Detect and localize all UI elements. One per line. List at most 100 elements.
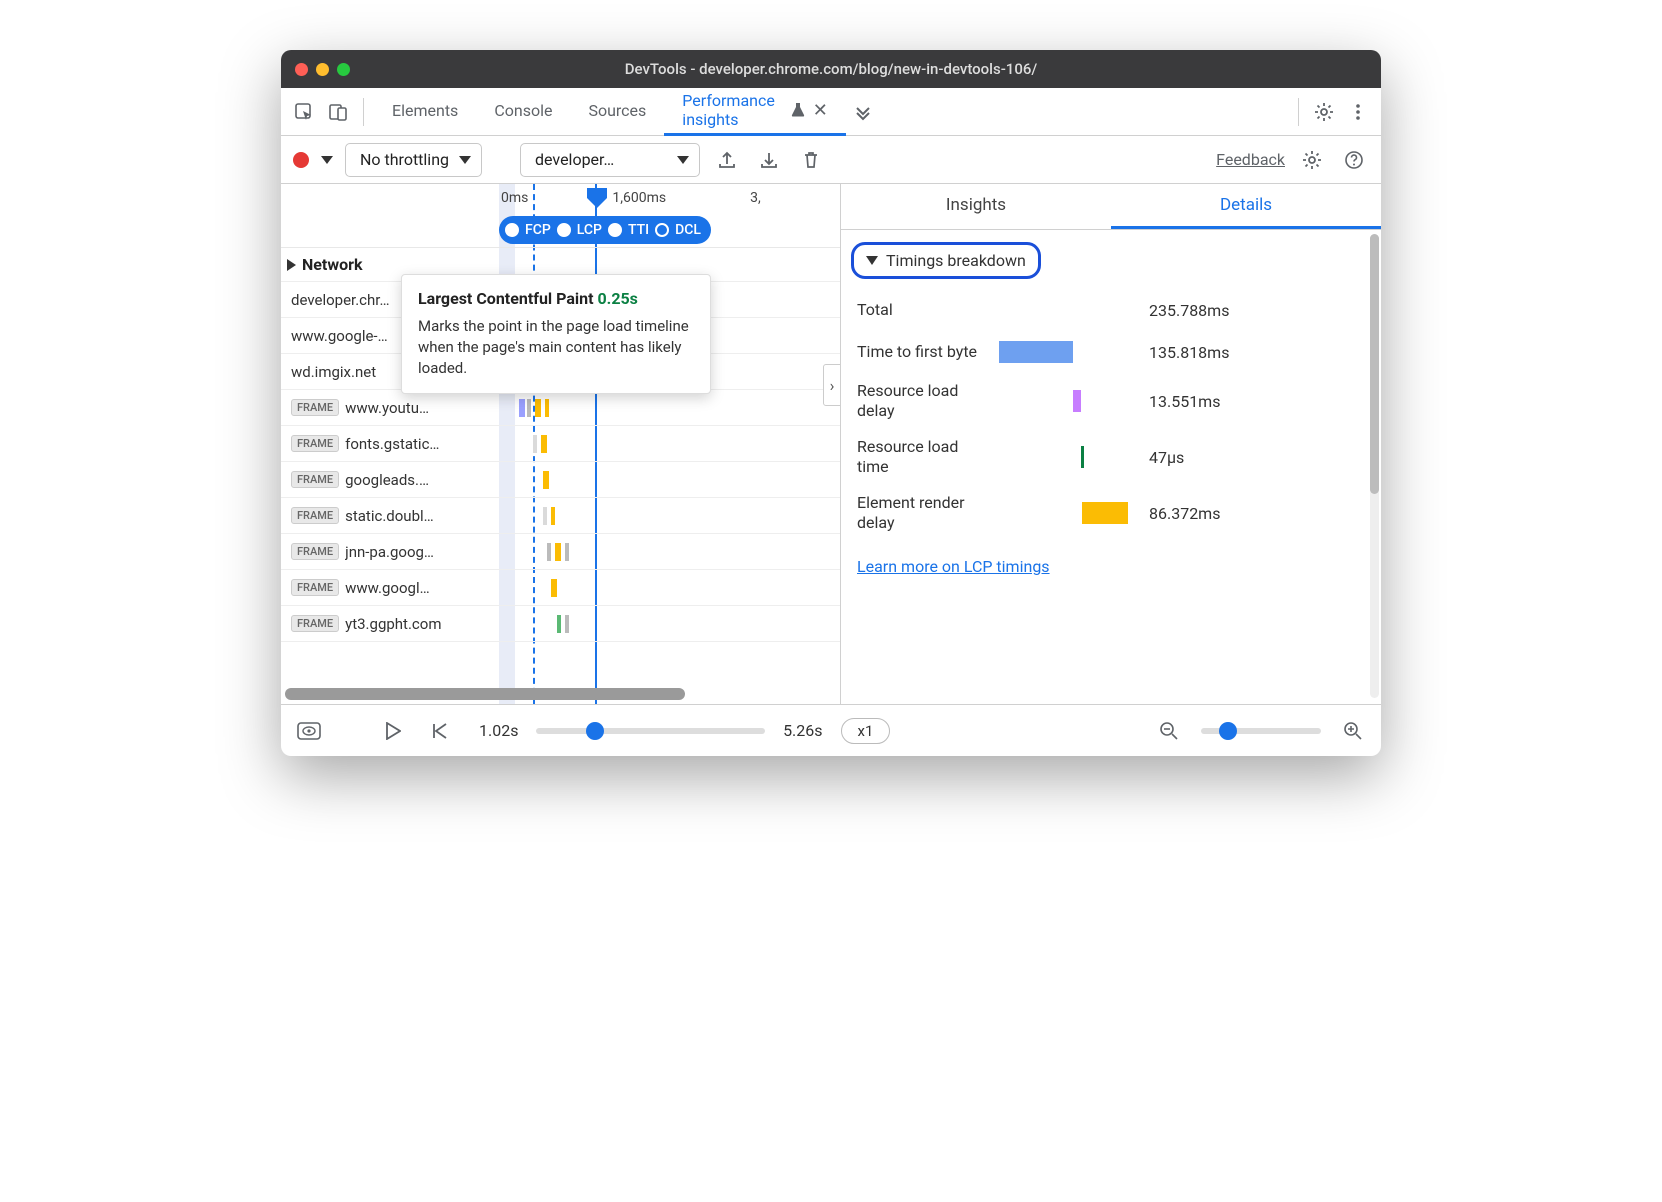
- horizontal-scrollbar[interactable]: [285, 688, 836, 700]
- chevron-down-icon: [677, 156, 689, 164]
- request-bar[interactable]: [557, 615, 561, 633]
- close-tab-button[interactable]: ✕: [813, 100, 828, 121]
- request-bar[interactable]: [543, 471, 549, 489]
- details-panel: Insights Details Timings breakdown Total…: [841, 184, 1381, 704]
- feedback-link[interactable]: Feedback: [1216, 150, 1285, 169]
- scrollbar-thumb[interactable]: [1370, 234, 1379, 494]
- main-content: 0ms 1,600ms 3, FCP LCP TTI DCL Network: [281, 184, 1381, 704]
- metric-value: 235.788ms: [1149, 301, 1229, 320]
- time-label: 0ms: [501, 190, 528, 206]
- page-select[interactable]: developer…: [520, 143, 700, 177]
- metric-pill-dcl[interactable]: DCL: [655, 222, 701, 238]
- network-row[interactable]: FRAMEwww.youtu…: [281, 390, 840, 426]
- import-icon[interactable]: [754, 145, 784, 175]
- request-bar[interactable]: [565, 615, 569, 633]
- frame-badge: FRAME: [291, 471, 339, 488]
- help-icon[interactable]: [1339, 145, 1369, 175]
- timings-breakdown-toggle[interactable]: Timings breakdown: [851, 242, 1041, 279]
- request-bar[interactable]: [541, 435, 547, 453]
- flask-icon: [791, 102, 805, 118]
- metric-bar: [999, 341, 1073, 363]
- network-row[interactable]: FRAME jnn-pa.goog…: [281, 534, 840, 570]
- preview-icon[interactable]: [295, 717, 323, 745]
- request-bar[interactable]: [527, 399, 531, 417]
- request-bar[interactable]: [543, 507, 547, 525]
- panel-settings-gear-icon[interactable]: [1297, 145, 1327, 175]
- frame-badge: FRAME: [291, 507, 339, 524]
- devtools-window: DevTools - developer.chrome.com/blog/new…: [281, 50, 1381, 756]
- tab-label: Elements: [392, 101, 458, 120]
- settings-gear-icon[interactable]: [1309, 97, 1339, 127]
- tab-sources[interactable]: Sources: [570, 88, 664, 136]
- zoom-slider[interactable]: [1201, 728, 1321, 734]
- seek-slider[interactable]: [536, 728, 765, 734]
- metric-row: Resource load time47μs: [841, 429, 1381, 485]
- metric-bar-area: [999, 297, 1129, 323]
- metric-value: 135.818ms: [1149, 343, 1229, 362]
- metric-value: 86.372ms: [1149, 504, 1220, 523]
- zoom-out-icon[interactable]: [1155, 717, 1183, 745]
- tab-console[interactable]: Console: [476, 88, 570, 136]
- network-row[interactable]: FRAMEwww.googl…: [281, 570, 840, 606]
- throttle-select[interactable]: No throttling: [345, 143, 482, 177]
- device-toggle-icon[interactable]: [323, 97, 353, 127]
- network-row[interactable]: FRAMEfonts.gstatic…: [281, 426, 840, 462]
- frame-badge: FRAME: [291, 543, 339, 560]
- export-icon[interactable]: [712, 145, 742, 175]
- delete-icon[interactable]: [796, 145, 826, 175]
- request-bar[interactable]: [551, 579, 557, 597]
- slider-thumb[interactable]: [1219, 722, 1237, 740]
- scrollbar-thumb[interactable]: [285, 688, 685, 700]
- metric-pill-lcp[interactable]: LCP: [557, 222, 602, 238]
- record-button[interactable]: [293, 152, 309, 168]
- metric-bar: [1081, 446, 1084, 468]
- record-menu-caret-icon[interactable]: [321, 156, 333, 164]
- kebab-menu-icon[interactable]: [1343, 97, 1373, 127]
- tab-performance-insights[interactable]: Performance insights ✕: [664, 88, 846, 136]
- request-bar[interactable]: [547, 543, 551, 561]
- slider-thumb[interactable]: [586, 722, 604, 740]
- metric-pill-tti[interactable]: TTI: [608, 222, 649, 238]
- rewind-button[interactable]: [425, 717, 453, 745]
- vertical-scrollbar[interactable]: [1370, 234, 1379, 698]
- inspect-element-icon[interactable]: [289, 97, 319, 127]
- network-row-label: www.googl…: [345, 579, 535, 597]
- timeline-cursor-handle[interactable]: [585, 186, 609, 208]
- metric-bar-area: [999, 500, 1129, 526]
- learn-more-link[interactable]: Learn more on LCP timings: [857, 557, 1365, 576]
- request-bar[interactable]: [565, 543, 569, 561]
- page-value: developer…: [535, 150, 614, 169]
- expand-right-button[interactable]: ›: [823, 364, 841, 406]
- tab-label: Performance insights: [682, 91, 782, 129]
- tab-insights[interactable]: Insights: [841, 184, 1111, 229]
- more-tabs-chevron-icon[interactable]: [852, 97, 874, 127]
- request-bar[interactable]: [545, 399, 549, 417]
- playback-speed[interactable]: x1: [841, 718, 891, 744]
- network-row[interactable]: FRAMEyt3.ggpht.com: [281, 606, 840, 642]
- frame-badge: FRAME: [291, 435, 339, 452]
- request-bar[interactable]: [535, 399, 541, 417]
- tab-details[interactable]: Details: [1111, 184, 1381, 229]
- total-time: 5.26s: [783, 721, 822, 740]
- chevron-down-icon: [459, 156, 471, 164]
- maximize-window-button[interactable]: [337, 63, 350, 76]
- tab-elements[interactable]: Elements: [374, 88, 476, 136]
- request-bar[interactable]: [555, 543, 561, 561]
- request-bar[interactable]: [551, 507, 555, 525]
- metric-value: 13.551ms: [1149, 392, 1220, 411]
- network-row-label: jnn-pa.goog…: [345, 543, 535, 561]
- zoom-in-icon[interactable]: [1339, 717, 1367, 745]
- request-bar[interactable]: [533, 435, 537, 453]
- lcp-tooltip: Largest Contentful Paint 0.25s Marks the…: [401, 274, 711, 394]
- metric-row: Time to first byte135.818ms: [841, 331, 1381, 373]
- close-window-button[interactable]: [295, 63, 308, 76]
- playback-footer: 1.02s 5.26s x1: [281, 704, 1381, 756]
- network-row[interactable]: FRAMEstatic.doubl…: [281, 498, 840, 534]
- minimize-window-button[interactable]: [316, 63, 329, 76]
- play-button[interactable]: [379, 717, 407, 745]
- network-row[interactable]: FRAMEgoogleads.…: [281, 462, 840, 498]
- metric-pill-fcp[interactable]: FCP: [505, 222, 551, 238]
- time-label: 3,: [750, 190, 761, 206]
- toolbar: No throttling developer… Feedback: [281, 136, 1381, 184]
- request-bar[interactable]: [519, 399, 525, 417]
